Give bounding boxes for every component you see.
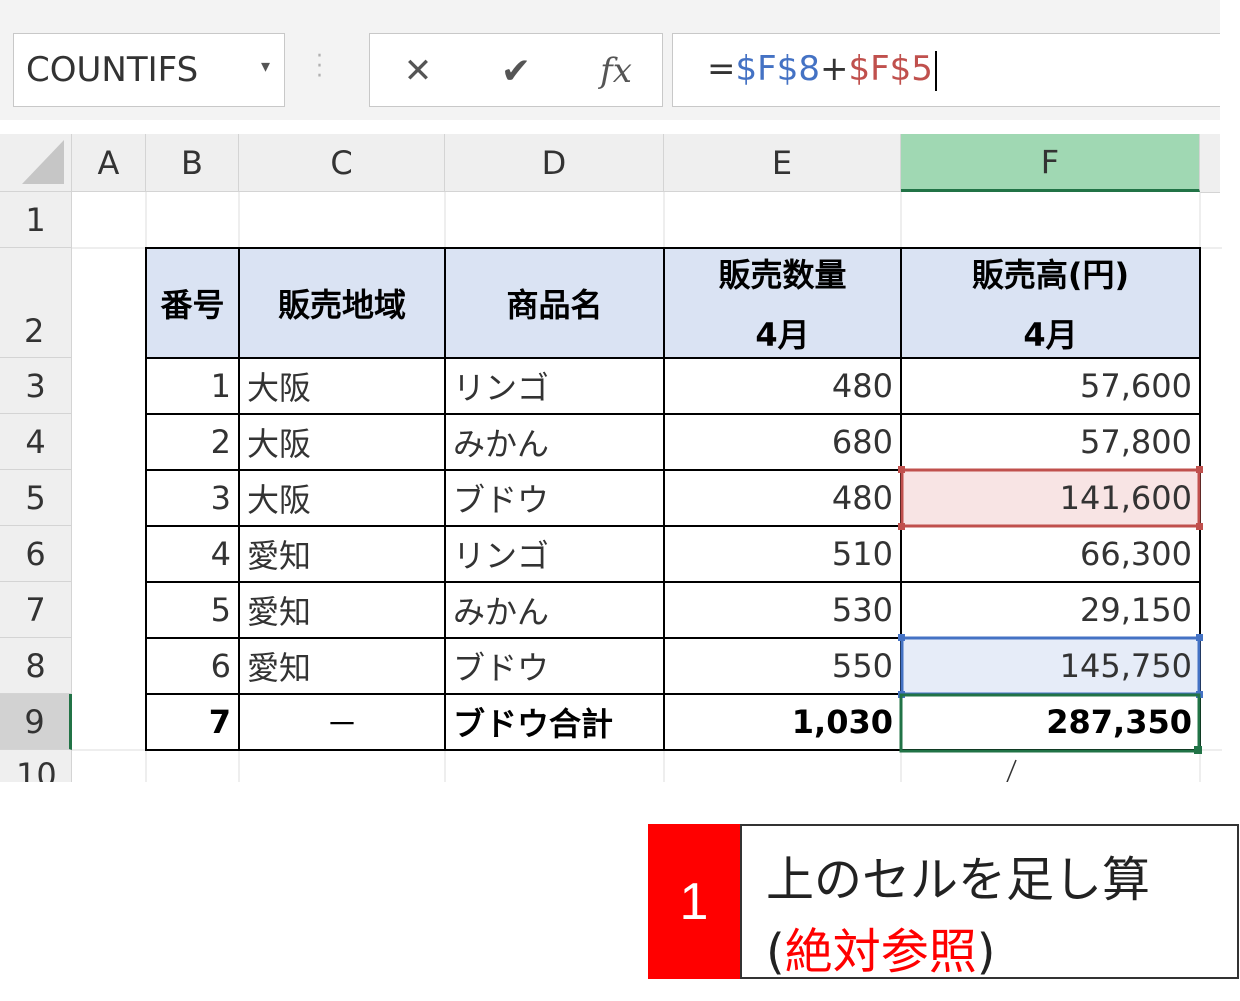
row-header-10[interactable]: 10 — [0, 750, 72, 782]
table-cell-qty[interactable]: 530 — [664, 582, 901, 638]
table-cell-sales-referenced-f8[interactable]: 145,750 — [901, 638, 1200, 694]
table-cell-sales[interactable]: 29,150 — [901, 582, 1200, 638]
col-header-a[interactable]: A — [72, 134, 146, 192]
row-header-5[interactable]: 5 — [0, 470, 72, 526]
total-cell-no[interactable]: 7 — [146, 694, 239, 750]
table-cell-region[interactable]: 大阪 — [239, 414, 445, 470]
table-cell-product[interactable]: リンゴ — [445, 526, 664, 582]
table-cell-sales[interactable]: 57,800 — [901, 414, 1200, 470]
header-quantity-month: 4月 — [755, 316, 810, 354]
table-cell-qty[interactable]: 480 — [664, 358, 901, 414]
total-cell-region[interactable]: － — [239, 694, 445, 750]
table-cell-region[interactable]: 愛知 — [239, 526, 445, 582]
table-cell-qty[interactable]: 550 — [664, 638, 901, 694]
callout-paren-close: ) — [976, 924, 996, 980]
name-box[interactable]: COUNTIFS ▾ — [13, 33, 285, 107]
table-cell-product[interactable]: ブドウ — [445, 470, 664, 526]
header-region[interactable]: 販売地域 — [239, 248, 445, 358]
header-quantity[interactable]: 販売数量 4月 — [664, 248, 901, 358]
col-header-filler — [1200, 134, 1220, 193]
table-cell-region[interactable]: 大阪 — [239, 358, 445, 414]
table-cell-no[interactable]: 5 — [146, 582, 239, 638]
header-quantity-label: 販売数量 — [718, 256, 847, 294]
drag-handle-icon[interactable]: · · · — [316, 46, 323, 88]
chevron-down-icon[interactable]: ▾ — [261, 56, 270, 77]
total-cell-product[interactable]: ブドウ合計 — [445, 694, 664, 750]
header-product[interactable]: 商品名 — [445, 248, 664, 358]
table-cell-sales[interactable]: 66,300 — [901, 526, 1200, 582]
callout-line1: 上のセルを足し算 — [766, 852, 1151, 908]
total-cell-qty[interactable]: 1,030 — [664, 694, 901, 750]
table-cell-qty[interactable]: 480 — [664, 470, 901, 526]
callout-step-number: 1 — [648, 824, 740, 979]
row-header-8[interactable]: 8 — [0, 638, 72, 694]
table-cell-product[interactable]: みかん — [445, 414, 664, 470]
row-header-10-label: 10 — [16, 756, 57, 782]
table-cell-product[interactable]: みかん — [445, 582, 664, 638]
row-header-3[interactable]: 3 — [0, 358, 72, 414]
table-cell-no[interactable]: 4 — [146, 526, 239, 582]
cancel-icon[interactable]: ✕ — [390, 46, 446, 96]
row-header-4[interactable]: 4 — [0, 414, 72, 470]
row-header-6[interactable]: 6 — [0, 526, 72, 582]
table-cell-sales[interactable]: 57,600 — [901, 358, 1200, 414]
table-cell-no[interactable]: 2 — [146, 414, 239, 470]
table-cell-product[interactable]: ブドウ — [445, 638, 664, 694]
table-cell-no[interactable]: 3 — [146, 470, 239, 526]
formula-equals: = — [707, 49, 736, 89]
formula-buttons: ✕ ✔ fx — [369, 33, 663, 107]
text-cursor — [934, 50, 937, 91]
col-header-d[interactable]: D — [445, 134, 664, 192]
callout-highlight: 絶対参照 — [784, 924, 977, 980]
table-cell-region[interactable]: 愛知 — [239, 638, 445, 694]
row-header-2[interactable]: 2 — [0, 248, 72, 358]
col-header-f[interactable]: F — [901, 134, 1200, 192]
header-number[interactable]: 番号 — [146, 248, 239, 358]
table-cell-region[interactable]: 愛知 — [239, 582, 445, 638]
table-cell-product[interactable]: リンゴ — [445, 358, 664, 414]
insert-function-icon[interactable]: fx — [588, 46, 644, 96]
header-sales-label: 販売高(円) — [971, 256, 1130, 294]
table-cell-region[interactable]: 大阪 — [239, 470, 445, 526]
row-header-2-label: 2 — [24, 312, 45, 350]
enter-icon[interactable]: ✔ — [488, 46, 544, 96]
formula-ref-f8: $F$8 — [735, 49, 820, 89]
row-header-9[interactable]: 9 — [0, 694, 72, 750]
col-header-c[interactable]: C — [239, 134, 445, 192]
formula-ref-f5: $F$5 — [848, 49, 933, 89]
col-header-e[interactable]: E — [664, 134, 901, 192]
col-header-b[interactable]: B — [146, 134, 239, 192]
callout-box: 上のセルを足し算 (絶対参照) — [740, 824, 1239, 982]
select-all-corner[interactable] — [0, 134, 72, 192]
table-cell-qty[interactable]: 510 — [664, 526, 901, 582]
row-header-7[interactable]: 7 — [0, 582, 72, 638]
table-cell-sales-referenced-f5[interactable]: 141,600 — [901, 470, 1200, 526]
header-sales-month: 4月 — [1023, 316, 1078, 354]
select-all-triangle-icon — [22, 140, 64, 184]
formula-operator: + — [819, 49, 849, 89]
name-box-value: COUNTIFS — [26, 50, 199, 90]
table-cell-qty[interactable]: 680 — [664, 414, 901, 470]
total-cell-sales-active[interactable]: 287,350 — [901, 694, 1200, 750]
table-cell-no[interactable]: 1 — [146, 358, 239, 414]
callout-paren-open: ( — [766, 924, 785, 980]
header-sales[interactable]: 販売高(円) 4月 — [901, 248, 1200, 358]
row-header-1[interactable]: 1 — [0, 192, 72, 248]
callout-line2: (絶対参照) — [766, 912, 1237, 982]
formula-input[interactable]: =$F$8+$F$5 — [672, 33, 1220, 107]
table-cell-no[interactable]: 6 — [146, 638, 239, 694]
